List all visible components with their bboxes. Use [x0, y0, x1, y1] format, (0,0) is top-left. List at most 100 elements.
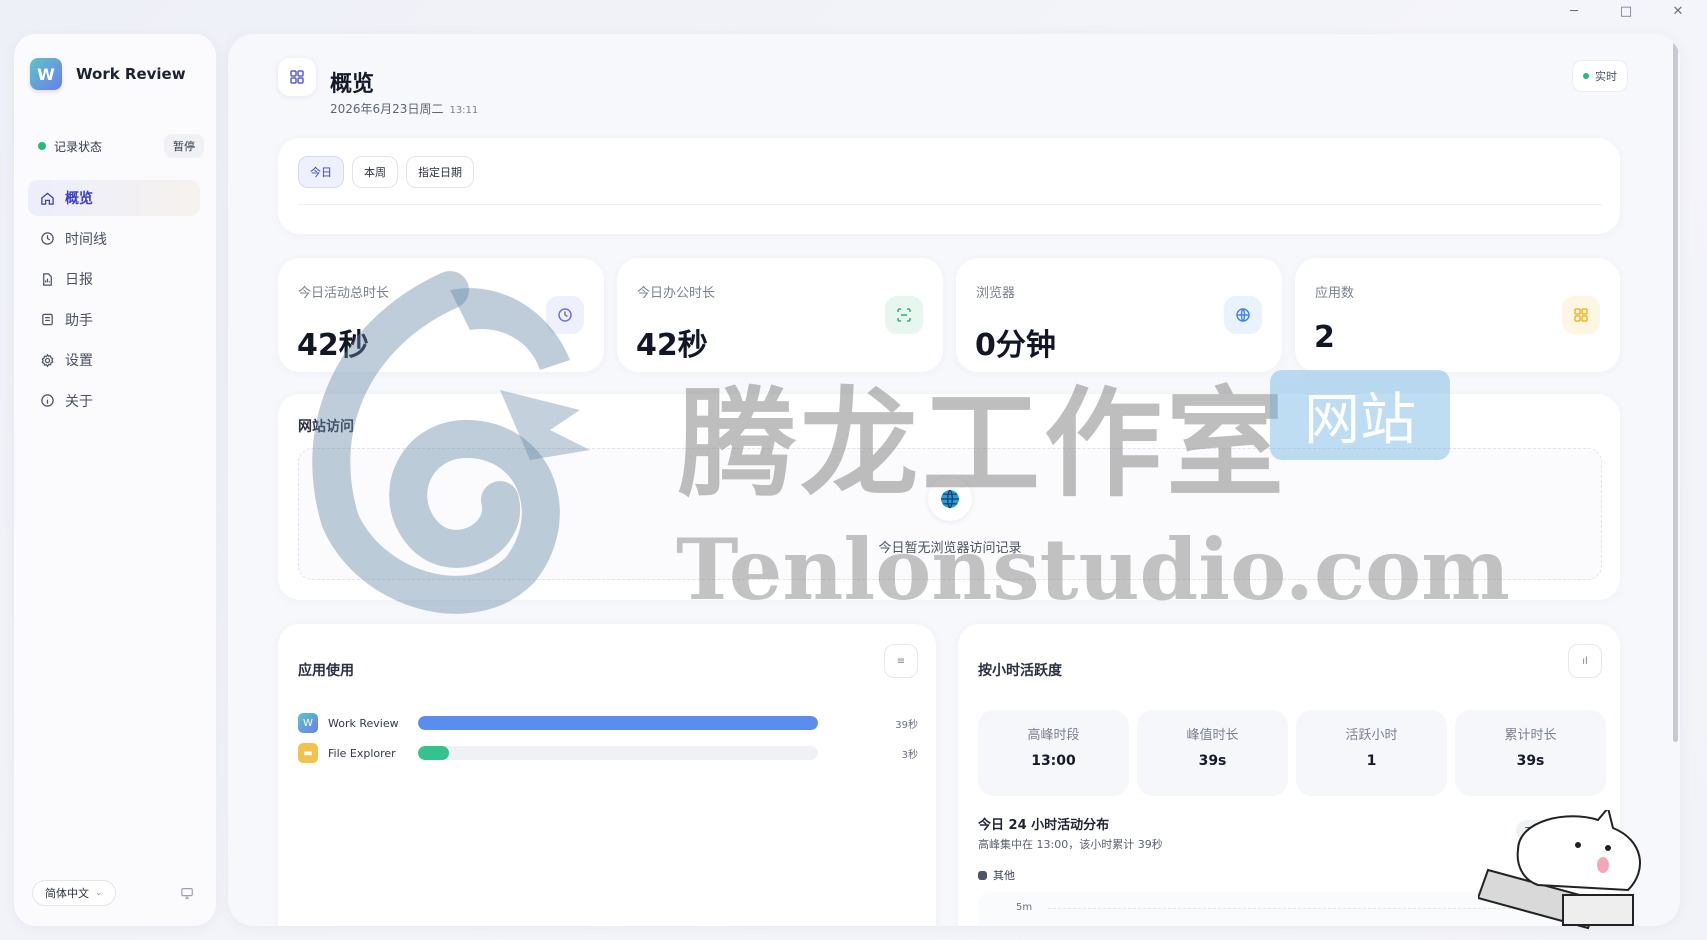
usage-value: 3秒 — [901, 749, 918, 761]
usage-bar-fill — [418, 716, 818, 730]
grid-icon — [1562, 296, 1600, 334]
app-name: Work Review — [328, 716, 399, 730]
scan-icon — [885, 296, 923, 334]
page-title: 概览 — [330, 72, 375, 97]
stat-label: 应用数 — [1315, 286, 1355, 301]
language-value: 简体中文 — [45, 887, 89, 900]
tab-today[interactable]: 今日 — [298, 156, 344, 188]
sidebar-item-label: 设置 — [65, 353, 93, 369]
metric-total-duration: 累计时长 39s — [1455, 710, 1606, 796]
section-title: 按小时活跃度 — [978, 663, 1062, 679]
chart-legend: 其他 — [978, 867, 1015, 883]
metric-value: 13:00 — [1031, 753, 1076, 769]
sidebar-item-timeline[interactable]: 时间线 — [28, 221, 200, 257]
watermark-text-cn: 腾龙工作室 — [678, 374, 1289, 513]
stat-value: 42秒 — [297, 328, 369, 363]
metric-value: 39s — [1198, 753, 1227, 769]
sidebar-item-label: 助手 — [65, 312, 93, 329]
brand: W Work Review — [30, 58, 186, 90]
date-range-tabs: 今日 本周 指定日期 — [298, 156, 474, 188]
home-icon — [41, 191, 54, 205]
metric-peak-duration: 峰值时长 39s — [1137, 710, 1288, 796]
sidebar-item-assistant[interactable]: 助手 — [28, 302, 200, 338]
distribution-title: 今日 24 小时活动分布 — [978, 818, 1110, 833]
metric-value: 1 — [1366, 753, 1377, 769]
watermark-badge: 网站 — [1270, 370, 1450, 460]
sidebar-item-label: 时间线 — [65, 231, 107, 248]
minimize-button[interactable]: ─ — [1567, 4, 1581, 19]
gear-icon — [41, 353, 54, 367]
assistant-icon — [42, 313, 53, 326]
usage-value: 39秒 — [895, 719, 918, 731]
folder-icon: ▬ — [298, 743, 318, 763]
live-badge[interactable]: 实时 — [1572, 60, 1628, 92]
live-dot-icon — [1583, 73, 1589, 79]
sidebar-item-overview[interactable]: 概览 — [28, 180, 200, 216]
usage-bar-fill — [418, 746, 449, 760]
sidebar-item-about[interactable]: 关于 — [28, 383, 200, 419]
tab-custom-date[interactable]: 指定日期 — [406, 156, 474, 188]
close-button[interactable]: ✕ — [1671, 4, 1685, 19]
distribution-subtitle: 高峰集中在 13:00，该小时累计 39秒 — [978, 838, 1163, 851]
tab-this-week[interactable]: 本周 — [352, 156, 398, 188]
sidebar-nav: 概览 时间线 日报 助手 设置 关于 — [28, 180, 200, 423]
section-title: 网站访问 — [298, 419, 354, 435]
usage-bar — [418, 716, 818, 730]
window-controls: ─ □ ✕ — [1567, 4, 1685, 19]
sidebar-item-label: 概览 — [65, 191, 93, 207]
stat-value: 2 — [1314, 320, 1335, 355]
language-select[interactable]: 简体中文 ⌄ — [32, 880, 116, 906]
record-status-label: 记录状态 — [54, 139, 103, 154]
metric-label: 累计时长 — [1504, 728, 1557, 743]
sidebar-item-label: 日报 — [65, 272, 93, 288]
date-range-card: 今日 本周 指定日期 — [278, 138, 1620, 234]
metric-active-hours: 活跃小时 1 — [1296, 710, 1447, 796]
clock-icon — [41, 232, 54, 245]
stat-label: 今日办公时长 — [637, 286, 716, 301]
section-title: 应用使用 — [298, 663, 354, 679]
maximize-button[interactable]: □ — [1619, 4, 1633, 19]
metric-label: 峰值时长 — [1186, 728, 1239, 743]
watermark-text-en: Tenlonstudio.com — [676, 520, 1511, 619]
app-row[interactable]: W Work Review 39秒 — [298, 712, 918, 734]
usage-bar — [418, 746, 818, 760]
legend-label: 其他 — [993, 869, 1015, 882]
sidebar-item-settings[interactable]: 设置 — [28, 342, 200, 378]
globe-icon — [1224, 296, 1262, 334]
page-date: 2026年6月23日周二 13:11 — [330, 100, 478, 117]
metric-value: 39s — [1516, 753, 1545, 769]
time-text: 13:11 — [449, 105, 479, 116]
sort-button[interactable]: ≡ — [884, 644, 918, 678]
stat-card-app-count: 应用数 2 — [1295, 258, 1620, 372]
monitor-icon[interactable] — [180, 886, 194, 900]
overview-grid-icon — [278, 58, 316, 96]
app-name: Work Review — [76, 65, 186, 83]
stat-card-active-time: 今日活动总时长 42秒 — [278, 258, 604, 372]
sidebar-item-daily-report[interactable]: 日报 — [28, 261, 200, 297]
metric-label: 高峰时段 — [1027, 728, 1080, 743]
chevron-down-icon: ⌄ — [95, 888, 103, 898]
metric-peak-period: 高峰时段 13:00 — [978, 710, 1129, 796]
hourly-metrics: 高峰时段 13:00 峰值时长 39s 活跃小时 1 累计时长 39s — [978, 710, 1606, 796]
stat-label: 今日活动总时长 — [298, 286, 390, 301]
y-axis-tick: 5m — [1016, 902, 1033, 913]
sidebar-item-label: 关于 — [65, 393, 93, 410]
cat-sticker-image — [1478, 810, 1641, 930]
divider — [298, 204, 1602, 205]
work-review-app-icon: W — [298, 713, 318, 733]
status-dot-icon — [38, 142, 46, 150]
pause-button[interactable]: 暂停 — [164, 134, 204, 158]
stat-label: 浏览器 — [976, 286, 1016, 301]
chart-toggle-button[interactable]: ıl — [1568, 644, 1602, 678]
sidebar: W Work Review 记录状态 暂停 概览 时间线 日报 助手 设置 关于… — [14, 34, 216, 926]
record-status: 记录状态 暂停 — [38, 134, 204, 158]
live-label: 实时 — [1595, 70, 1617, 83]
app-logo: W — [30, 58, 62, 90]
app-usage-card: 应用使用 ≡ W Work Review 39秒 ▬ File Explorer… — [278, 624, 936, 926]
app-row[interactable]: ▬ File Explorer 3秒 — [298, 742, 918, 764]
metric-label: 活跃小时 — [1345, 728, 1398, 743]
app-name: File Explorer — [328, 746, 396, 760]
date-text: 2026年6月23日周二 — [330, 102, 444, 116]
scrollbar[interactable] — [1673, 42, 1678, 742]
document-icon — [43, 272, 52, 286]
